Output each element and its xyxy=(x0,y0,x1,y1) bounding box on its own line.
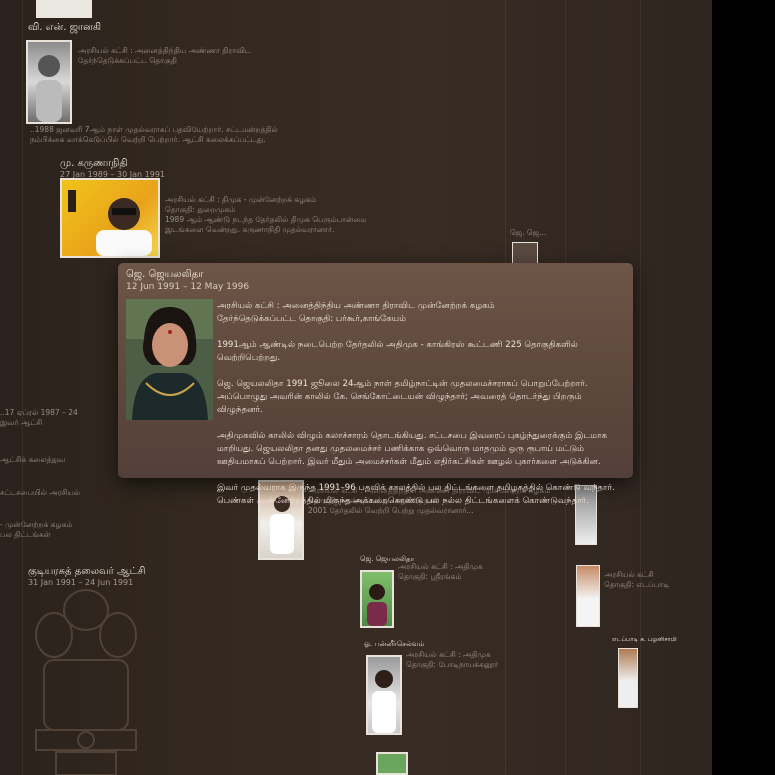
entry-text: சட்டசபையில் அரசியல் xyxy=(0,488,80,497)
portrait-thumbnail[interactable] xyxy=(618,648,638,708)
entry-text: ..17 ஏப்ரல் 1987 – 24 இவர் ஆட்சி xyxy=(0,408,78,427)
entry-text: - முன்னேற்றக் கழகம் பல திட்டங்கள் xyxy=(0,520,73,539)
portrait-thumbnail[interactable] xyxy=(576,565,600,627)
entry-title: குடியரசுத் தலைவர் ஆட்சி xyxy=(28,566,146,577)
entry-text: அரசியல் கட்சி : அதிமுக தொகுதி: ஸ்ரீரங்கம… xyxy=(398,562,483,581)
portrait-thumbnail[interactable] xyxy=(60,178,160,258)
national-emblem-icon xyxy=(35,589,137,775)
card-paragraph: அதிமுகவில் காலில் விழும் கலாச்சாரம் தொடங… xyxy=(217,431,608,467)
party-line: அரசியல் கட்சி : அனைத்திந்திய அண்ணா திராவ… xyxy=(217,301,495,311)
portrait-thumbnail[interactable] xyxy=(360,570,394,628)
portrait-thumbnail[interactable] xyxy=(376,752,408,775)
entry-title: எடப்பாடி க. பழனிசாமி xyxy=(612,636,677,643)
timeline-entry[interactable]: ஓ. பன்னீர்செல்வம் xyxy=(364,640,424,649)
entry-title: ஓ. பன்னீர்செல்வம் xyxy=(364,640,425,648)
card-paragraph: இவர் முதல்வராக இருந்த 1991–96 பதவிக் கால… xyxy=(217,483,615,506)
card-term-dates: 12 Jun 1991 – 12 May 1996 xyxy=(126,282,250,292)
card-paragraph: ஜெ. ஜெயலலிதா 1991 ஜூலை 24ஆம் நாள் தமிழ்ந… xyxy=(217,379,588,415)
timeline-entry[interactable]: வி. என். ஜானகி xyxy=(28,22,101,34)
entry-text: அரசியல் கட்சி : திமுக - முன்னேற்றக் கழகம… xyxy=(165,195,367,234)
entry-text: அரசியல் கட்சி தொகுதி: எடப்பாடி xyxy=(604,570,670,589)
entry-text: அரசியல் கட்சி : அதிமுக தொகுதி: போடிநாயக்… xyxy=(406,650,499,669)
constituency-line: தேர்ந்தெடுக்கப்பட்ட தொகுதி: பர்கூர்,காங்… xyxy=(217,314,407,324)
portrait-thumbnail[interactable] xyxy=(26,40,72,124)
card-description: அரசியல் கட்சி : அனைத்திந்திய அண்ணா திராவ… xyxy=(217,300,627,521)
portrait-photo xyxy=(126,299,213,420)
timeline-entry[interactable]: ஜெ. ஜெ... xyxy=(510,228,546,238)
header-tab xyxy=(36,0,92,18)
entry-title: வி. என். ஜானகி xyxy=(28,22,102,33)
entry-title: மு. கருணாநிதி xyxy=(60,158,128,169)
timeline-entry[interactable]: எடப்பாடி க. பழனிசாமி xyxy=(612,636,677,644)
entry-text: ..1988 ஜனவரி 7ஆம் நாள் முதல்வராகப் பதவிய… xyxy=(30,125,278,144)
portrait-thumbnail[interactable] xyxy=(366,655,402,735)
entry-text: ஆட்சிக் கலைத்துவ xyxy=(0,455,66,464)
card-title: ஜெ. ஜெயலலிதா xyxy=(126,269,204,280)
chief-minister-detail-card[interactable]: ஜெ. ஜெயலலிதா 12 Jun 1991 – 12 May 1996 அ… xyxy=(118,263,633,506)
timeline-entry[interactable]: மு. கருணாநிதி 27 Jan 1989 – 30 Jan 1991 xyxy=(60,158,165,179)
entry-text: அரசியல் கட்சி : அனைத்திந்திய அண்ணா திராவ… xyxy=(78,46,251,65)
card-paragraph: 1991ஆம் ஆண்டில் நடைபெற்ற தேர்தலில் அதிமு… xyxy=(217,340,578,363)
